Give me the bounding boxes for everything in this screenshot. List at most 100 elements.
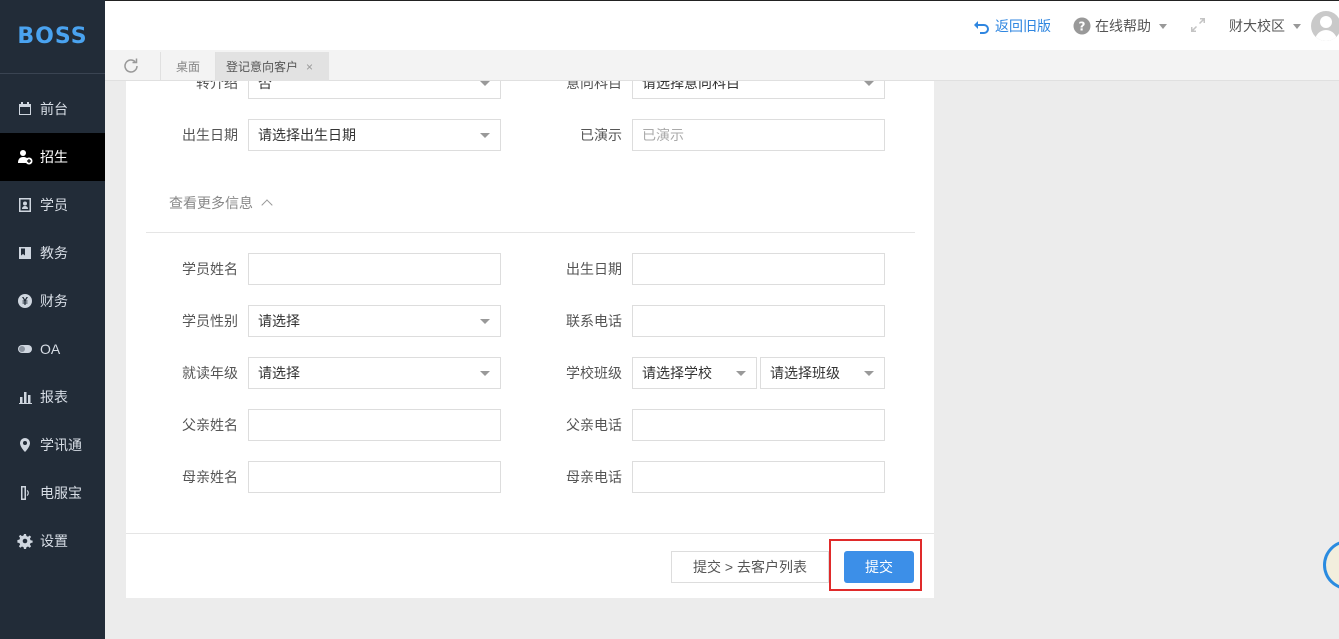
tab-register-customer[interactable]: 登记意向客户 × (215, 52, 329, 81)
sidebar-item-label: 招生 (40, 149, 68, 165)
submit-to-list-button[interactable]: 提交 > 去客户列表 (671, 551, 829, 583)
sidebar-item-label: 电服宝 (40, 485, 82, 501)
campus-label: 财大校区 (1229, 18, 1285, 34)
sidebar-item-label: 学员 (40, 197, 68, 213)
sidebar-item-students[interactable]: 学员 (0, 181, 105, 229)
bar-chart-icon (16, 388, 34, 406)
sidebar-item-label: 财务 (40, 293, 68, 309)
subject-select[interactable]: 请选择意向科目 (632, 81, 885, 99)
top-bar: 返回旧版 ? 在线帮助 财大校区 (105, 0, 1339, 50)
school-select[interactable]: 请选择学校 (632, 357, 757, 389)
sidebar-item-enrollment[interactable]: 招生 (0, 133, 105, 181)
father-name-label: 父亲姓名 (182, 417, 238, 433)
logo-text: BOSS (17, 24, 88, 49)
submit-button[interactable]: 提交 (844, 551, 914, 583)
birth-date-label: 出生日期 (182, 127, 238, 143)
sidebar-item-label: 前台 (40, 101, 68, 117)
back-to-old-version-label: 返回旧版 (995, 18, 1051, 34)
sidebar-item-settings[interactable]: 设置 (0, 517, 105, 565)
fullscreen-button[interactable] (1189, 16, 1207, 37)
more-info-label: 查看更多信息 (169, 195, 253, 211)
sidebar-item-phone-service[interactable]: 电服宝 (0, 469, 105, 517)
subject-label: 意向科目 (566, 81, 622, 91)
mother-name-label: 母亲姓名 (182, 469, 238, 485)
demo-input[interactable]: 已演示 (632, 119, 885, 151)
logo[interactable]: BOSS (0, 0, 105, 74)
tab-label: 桌面 (175, 60, 200, 74)
birth-date-select[interactable]: 请选择出生日期 (248, 119, 501, 151)
expand-icon (1189, 16, 1207, 37)
add-user-icon (16, 148, 34, 166)
chevron-down-icon (1159, 23, 1167, 29)
father-phone-label: 父亲电话 (566, 417, 622, 433)
location-pin-icon (16, 436, 34, 454)
sidebar-item-front-desk[interactable]: 前台 (0, 85, 105, 133)
student-birth-label: 出生日期 (566, 261, 622, 277)
toggle-icon (16, 340, 34, 358)
form-row-student-name: 学员姓名 出生日期 (126, 253, 934, 285)
undo-icon (973, 17, 991, 35)
gender-label: 学员性别 (182, 313, 238, 329)
gender-select[interactable]: 请选择 (248, 305, 501, 337)
tab-label: 登记意向客户 (226, 60, 299, 74)
form-row-mother: 母亲姓名 母亲电话 (126, 461, 934, 493)
online-help-label: 在线帮助 (1095, 18, 1151, 34)
chevron-down-icon (1293, 23, 1301, 29)
mother-name-input[interactable] (248, 461, 501, 493)
sidebar-item-reports[interactable]: 报表 (0, 373, 105, 421)
sidebar-nav: 前台 招生 学员 教务 财务 OA 报表 学讯通 电服宝 设置 (0, 85, 105, 565)
yen-icon (16, 292, 34, 310)
book-icon (16, 244, 34, 262)
avatar[interactable] (1311, 11, 1339, 41)
tab-desktop[interactable]: 桌面 (160, 52, 215, 81)
phone-icon (16, 484, 34, 502)
more-info-toggle[interactable]: 查看更多信息 (169, 193, 273, 213)
sidebar: BOSS 前台 招生 学员 教务 财务 OA 报表 学讯通 电服宝 设置 (0, 0, 105, 639)
floating-assistant-widget[interactable] (1323, 540, 1339, 590)
school-class-label: 学校班级 (566, 365, 622, 381)
svg-text:?: ? (1079, 20, 1086, 34)
father-phone-input[interactable] (632, 409, 885, 441)
form-footer: 提交 > 去客户列表 提交 (126, 533, 934, 598)
calendar-icon (16, 100, 34, 118)
form-row-father: 父亲姓名 父亲电话 (126, 409, 934, 441)
sidebar-item-label: 设置 (40, 533, 68, 549)
form-row-referral: 转介绍 否 意向科目 请选择意向科目 (126, 81, 934, 99)
grade-select[interactable]: 请选择 (248, 357, 501, 389)
form-row-gender-phone: 学员性别 请选择 联系电话 (126, 305, 934, 337)
phone-input[interactable] (632, 305, 885, 337)
sidebar-item-message[interactable]: 学讯通 (0, 421, 105, 469)
chevron-up-icon (261, 199, 273, 211)
divider (146, 232, 915, 233)
id-card-icon (16, 196, 34, 214)
referral-label: 转介绍 (196, 81, 238, 91)
referral-select[interactable]: 否 (248, 81, 501, 99)
top-bar-actions: 返回旧版 ? 在线帮助 财大校区 (973, 1, 1339, 51)
grade-label: 就读年级 (182, 365, 238, 381)
online-help-dropdown[interactable]: ? 在线帮助 (1073, 16, 1167, 36)
form-row-grade-school: 就读年级 请选择 学校班级 请选择学校 请选择班级 (126, 357, 934, 389)
mother-phone-label: 母亲电话 (566, 469, 622, 485)
sidebar-item-finance[interactable]: 财务 (0, 277, 105, 325)
form-row-birth-demo: 出生日期 请选择出生日期 已演示 已演示 (126, 119, 934, 151)
father-name-input[interactable] (248, 409, 501, 441)
student-name-label: 学员姓名 (182, 261, 238, 277)
student-birth-input[interactable] (632, 253, 885, 285)
refresh-icon[interactable] (122, 57, 140, 75)
sidebar-item-academic[interactable]: 教务 (0, 229, 105, 277)
demo-label: 已演示 (580, 127, 622, 143)
sidebar-item-label: OA (40, 341, 61, 357)
mother-phone-input[interactable] (632, 461, 885, 493)
sidebar-item-label: 报表 (40, 389, 68, 405)
gear-icon (16, 532, 34, 550)
sidebar-item-label: 学讯通 (40, 437, 82, 453)
phone-label: 联系电话 (566, 313, 622, 329)
close-icon[interactable]: × (306, 60, 313, 74)
tab-bar: 桌面 登记意向客户 × (105, 50, 1339, 81)
campus-dropdown[interactable]: 财大校区 (1229, 16, 1301, 36)
back-to-old-version-link[interactable]: 返回旧版 (973, 16, 1051, 36)
class-select[interactable]: 请选择班级 (760, 357, 885, 389)
sidebar-item-oa[interactable]: OA (0, 325, 105, 373)
help-icon: ? (1073, 17, 1091, 35)
student-name-input[interactable] (248, 253, 501, 285)
